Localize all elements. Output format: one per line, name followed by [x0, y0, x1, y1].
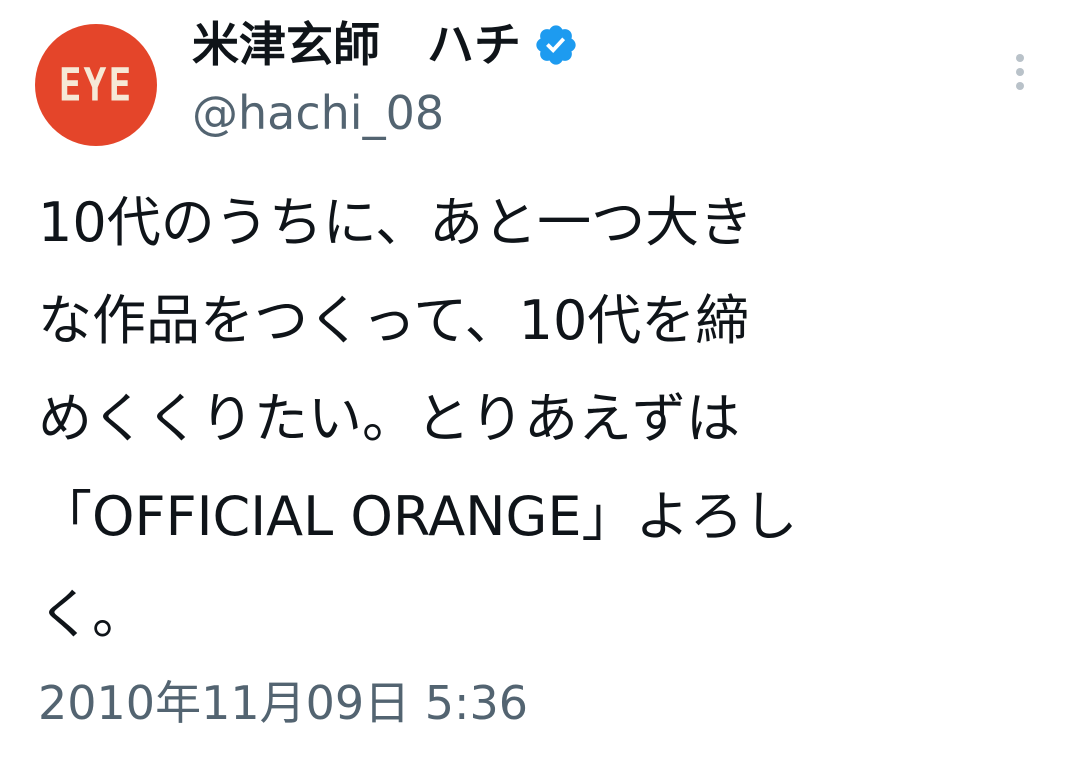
tweet-text-line: 「OFFICIAL ORANGE」よろし [38, 485, 798, 548]
tweet-card: EYE 米津玄師 ハチ @hachi_08 10代のうちに、あと一つ大き な作品… [0, 0, 1080, 757]
tweet-text-line: な作品をつくって、10代を締 [38, 289, 750, 352]
author-handle[interactable]: @hachi_08 [192, 90, 444, 136]
author-display-name: 米津玄師 ハチ [192, 17, 521, 73]
author-name-row[interactable]: 米津玄師 ハチ [192, 14, 579, 76]
verified-badge-icon [536, 25, 576, 65]
tweet-timestamp[interactable]: 2010年11月09日 5:36 [38, 678, 528, 729]
tweet-text-line: く。 [38, 583, 146, 646]
tweet-text: 10代のうちに、あと一つ大き な作品をつくって、10代を締 めくくりたい。とりあ… [38, 174, 998, 664]
tweet-text-line: 10代のうちに、あと一つ大き [38, 191, 754, 254]
avatar-logo-text: EYE [58, 58, 134, 112]
author-avatar[interactable]: EYE [35, 24, 157, 146]
more-vertical-icon [1016, 54, 1024, 90]
tweet-text-line: めくくりたい。とりあえずは [38, 387, 740, 450]
more-options-button[interactable] [1000, 48, 1040, 96]
